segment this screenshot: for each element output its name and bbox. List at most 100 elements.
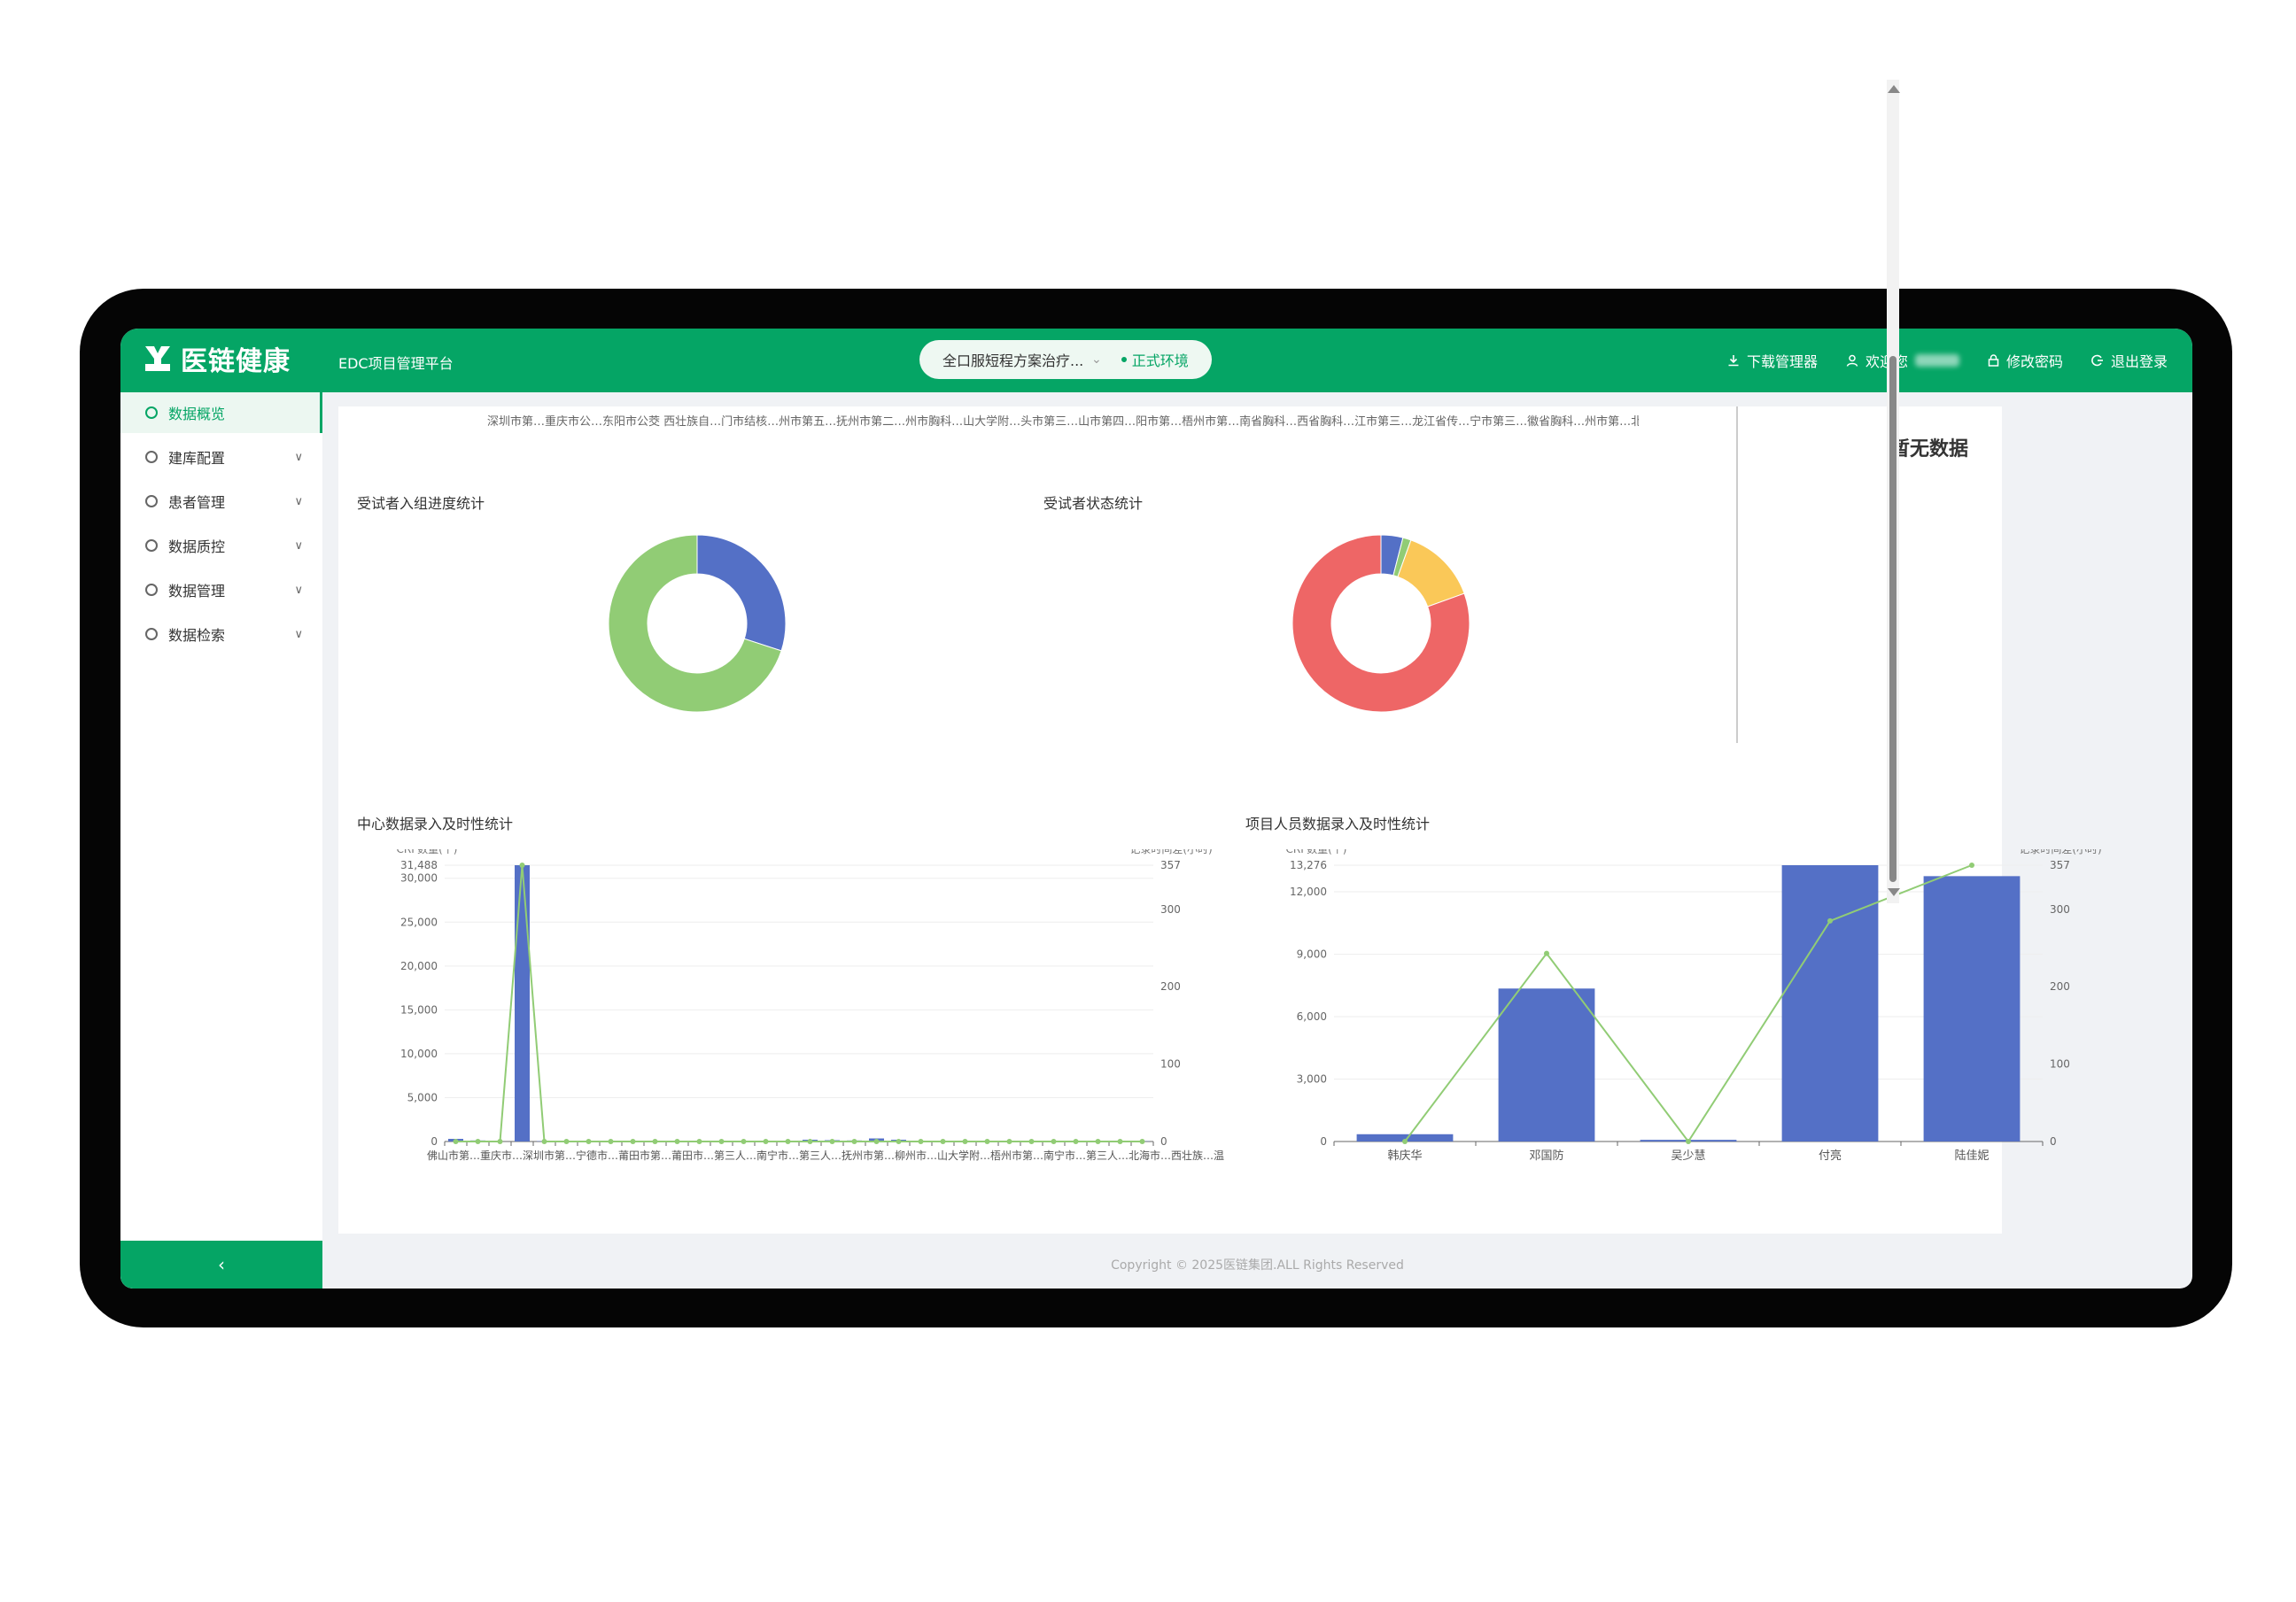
sidebar-item-data-management[interactable]: 数据管理 ∨ [120,569,322,610]
sidebar-item-database-config[interactable]: 建库配置 ∨ [120,437,322,477]
chart-line-point[interactable] [630,1139,636,1144]
chart-line-point[interactable] [1827,917,1833,924]
staff-timeliness-chart[interactable]: CRF数量(个) 记录时间差(小时) 0 3,000 6,000 9,000 12,000 1… [1245,849,2114,1168]
y-right-tick-label: 100 [1160,1058,1181,1071]
chart-line-point[interactable] [1051,1139,1057,1144]
chart-line-point[interactable] [674,1139,680,1144]
chart-line-point[interactable] [873,1139,880,1144]
y-left-tick-label: 0 [1320,1135,1327,1148]
chart-line-point[interactable] [940,1139,946,1144]
center-name-ticker: 深圳市第…重庆市公…东阳市公茭 西壮族自…门市结核…州市第五…抚州市第二…州市胸… [487,415,1639,429]
chart-bar[interactable] [1923,876,2021,1142]
scroll-down-arrow-icon[interactable] [1888,888,1900,896]
chart-line-point[interactable] [896,1139,902,1144]
chart-line-point[interactable] [1402,1139,1408,1144]
chevron-down-icon: ∨ [294,494,303,508]
sidebar-item-label: 数据概览 [168,406,226,422]
chart-line-point[interactable] [541,1139,547,1144]
user-info[interactable]: 欢迎您 [1846,350,1959,371]
chart-line-point[interactable] [807,1139,813,1144]
chart-line-point[interactable] [962,1139,968,1144]
no-data-label: 暂无数据 [1890,438,1969,460]
chart-line-point[interactable] [563,1139,570,1144]
chart-line-point[interactable] [1095,1139,1101,1144]
chart-line-point[interactable] [652,1139,658,1144]
brand-logo[interactable]: 医链健康 [142,339,291,378]
sidebar-item-patient-management[interactable]: 患者管理 ∨ [120,481,322,522]
chart-line-point[interactable] [1117,1139,1123,1144]
change-password-button[interactable]: 修改密码 [1988,350,2063,371]
chart-line-point[interactable] [718,1139,725,1144]
y-right-tick-label: 300 [2050,903,2070,916]
lock-icon [1988,354,1999,367]
sidebar-item-label: 建库配置 [168,450,226,467]
y-left-tick-label: 12,000 [1290,886,1327,898]
chart-line-point[interactable] [785,1139,791,1144]
sidebar-item-data-quality[interactable]: 数据质控 ∨ [120,525,322,566]
logout-icon [2091,354,2103,367]
chart-bar[interactable] [1498,988,1595,1142]
y-right-max-label: 357 [2050,859,2070,871]
chart-line-point[interactable] [918,1139,924,1144]
y-left-tick-label: 0 [430,1135,438,1148]
chart-line-point[interactable] [519,863,525,868]
chart-line-point[interactable] [608,1139,614,1144]
platform-name: EDC项目管理平台 [338,355,454,372]
chart-line-point[interactable] [1073,1139,1079,1144]
status-dot-icon [1121,357,1127,362]
scrollbar-thumb[interactable] [1889,356,1897,882]
brand-name: 医链健康 [181,346,291,377]
chart-line-point[interactable] [829,1139,835,1144]
chart-line-point[interactable] [1028,1139,1035,1144]
chart-line-point[interactable] [741,1139,747,1144]
change-password-label: 修改密码 [2005,353,2063,370]
enrollment-progress-donut[interactable] [604,530,790,716]
download-manager-label: 下载管理器 [1746,353,1818,370]
chevron-left-icon: ‹ [218,1254,225,1275]
scroll-up-arrow-icon[interactable] [1888,85,1900,93]
y-left-tick-label: 3,000 [1297,1072,1327,1085]
subject-status-donut[interactable] [1288,530,1474,716]
chart-bar[interactable] [515,865,530,1142]
chevron-down-icon[interactable]: ⌄ [1091,352,1102,367]
chart-line-point[interactable] [1686,1139,1691,1144]
enrollment-progress-title: 受试者入组进度统计 [357,495,485,512]
chart-bar[interactable] [1781,865,1879,1142]
x-tick-label: 吴少慧 [1671,1149,1705,1163]
chart-line-point[interactable] [1139,1139,1145,1144]
sidebar-item-label: 数据管理 [168,583,226,600]
chart-line-point[interactable] [1006,1139,1012,1144]
x-tick-label: 韩庆华 [1387,1149,1422,1163]
sidebar-item-data-overview[interactable]: 数据概览 [120,392,322,433]
y-right-max-label: 357 [1160,859,1181,871]
chart-line-point[interactable] [851,1139,857,1144]
chart-line-point[interactable] [475,1139,481,1144]
y-left-tick-label: 20,000 [400,960,438,972]
chart-line-point[interactable] [984,1139,990,1144]
sidebar-item-data-search[interactable]: 数据检索 ∨ [120,614,322,654]
x-tick-label: 付亮 [1819,1149,1842,1163]
footer-copyright: Copyright © 2025医链集团.ALL Rights Reserved [1111,1258,1404,1273]
sidebar-collapse-button[interactable]: ‹ [120,1241,322,1289]
y-left-tick-label: 5,000 [407,1091,438,1103]
top-navigation-bar: 医链健康 EDC项目管理平台 全口服短程方案治疗... ⌄ 正式环境 下载管理器… [120,329,2192,392]
sidebar: 数据概览 建库配置 ∨ 患者管理 ∨ 数据质控 ∨ 数据管理 ∨ 数据检索 ∨ [120,392,322,1289]
chart-line-point[interactable] [1544,950,1549,956]
project-selector[interactable]: 全口服短程方案治疗... ⌄ 正式环境 [919,340,1212,379]
donut-slice[interactable] [696,534,787,652]
subject-status-title: 受试者状态统计 [1043,495,1144,512]
sidebar-item-label: 数据检索 [168,627,226,644]
chart-line-point[interactable] [586,1139,592,1144]
chart-pie-icon [145,406,158,419]
chart-line-point[interactable] [497,1139,503,1144]
download-manager-button[interactable]: 下载管理器 [1727,350,1818,371]
chart-line-point[interactable] [696,1139,702,1144]
y-left-tick-label: 30,000 [400,872,438,885]
chart-line-point[interactable] [453,1139,459,1144]
center-timeliness-chart[interactable]: CRF数量(个) 记录时间差(小时) 0 5,000 10,000 15,000 20,00… [356,849,1224,1168]
chart-line-point[interactable] [763,1139,769,1144]
logout-button[interactable]: 退出登录 [2091,350,2168,371]
chart-line-point[interactable] [1969,863,1974,868]
y-left-axis-label: CRF数量(个) [397,849,458,855]
project-name[interactable]: 全口服短程方案治疗... [942,349,1084,370]
